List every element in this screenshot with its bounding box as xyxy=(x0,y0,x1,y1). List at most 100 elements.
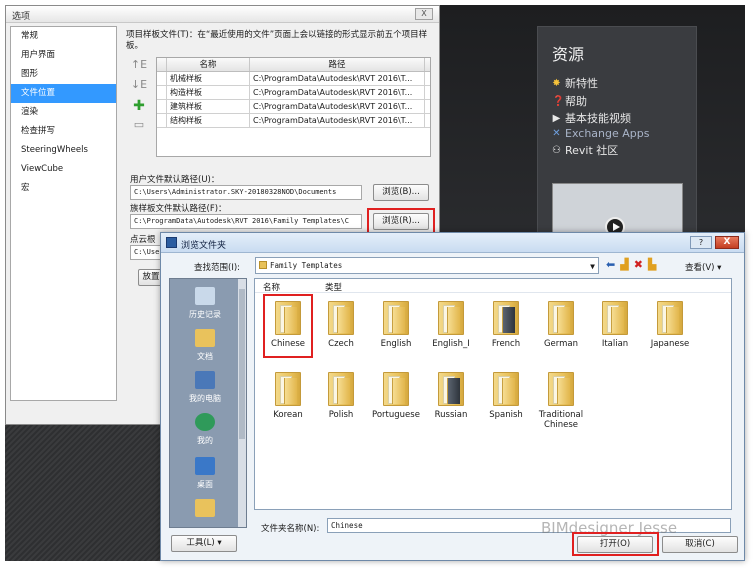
folder-icon xyxy=(383,372,409,406)
folder-item[interactable]: Polish xyxy=(312,372,370,420)
nav-item-file-locations[interactable]: 文件位置 xyxy=(11,84,116,103)
folder-label: French xyxy=(491,339,521,349)
family-path-input[interactable]: C:\ProgramData\Autodesk\RVT 2016\Family … xyxy=(130,214,362,229)
drawing-area-background xyxy=(5,425,165,561)
cancel-button[interactable]: 取消(C) xyxy=(662,536,738,553)
nav-item-general[interactable]: 常规 xyxy=(11,27,116,46)
delete-icon[interactable]: ✖ xyxy=(634,258,643,272)
folder-label: English_I xyxy=(432,339,470,349)
folder-item[interactable]: Russian xyxy=(422,372,480,420)
resource-item-community[interactable]: ⚇ Revit 社区 xyxy=(552,142,618,158)
video-thumbnail[interactable] xyxy=(552,183,683,237)
column-header-path[interactable]: 路径 xyxy=(250,58,425,71)
remove-icon[interactable]: ▭ xyxy=(130,118,148,138)
folder-item[interactable]: Traditional Chinese xyxy=(532,372,590,430)
family-path-label: 族样板文件默认路径(F)： xyxy=(130,204,227,214)
lightbulb-icon: ✸ xyxy=(552,77,561,89)
place-desktop[interactable]: 桌面 xyxy=(170,457,240,490)
folder-list-header: 名称 类型 xyxy=(255,279,731,293)
column-type[interactable]: 类型 xyxy=(325,281,342,293)
table-row[interactable]: 机械样板 C:\ProgramData\Autodesk\RVT 2016\T.… xyxy=(157,72,430,86)
folder-icon xyxy=(493,372,519,406)
back-icon[interactable]: ⬅ xyxy=(606,258,615,272)
scroll-thumb[interactable] xyxy=(239,289,245,439)
table-row[interactable]: 建筑样板 C:\ProgramData\Autodesk\RVT 2016\T.… xyxy=(157,100,430,114)
place-my-computer[interactable]: 我的电脑 xyxy=(170,371,240,404)
folder-icon xyxy=(657,301,683,335)
table-cell-path: C:\ProgramData\Autodesk\RVT 2016\T... xyxy=(250,100,425,113)
folder-label: Portuguese xyxy=(372,410,420,420)
table-row[interactable]: 构造样板 C:\ProgramData\Autodesk\RVT 2016\T.… xyxy=(157,86,430,100)
template-side-toolbar: ↑E ↓E ✚ ▭ xyxy=(130,58,148,138)
help-button[interactable]: ? xyxy=(690,236,712,249)
exchange-icon: ✕ xyxy=(552,128,561,139)
resource-item-help[interactable]: ❓ 帮助 xyxy=(552,93,587,109)
tools-button[interactable]: 工具(L) ▾ xyxy=(171,535,237,552)
place-documents[interactable]: 文档 xyxy=(170,329,240,362)
nav-item-rendering[interactable]: 渲染 xyxy=(11,103,116,122)
resource-label: Revit 社区 xyxy=(565,144,619,157)
folder-label: Russian xyxy=(434,410,468,420)
folder-label: Czech xyxy=(328,339,354,349)
places-scrollbar[interactable] xyxy=(238,279,246,527)
folder-label: Traditional Chinese xyxy=(538,410,584,430)
place-label: 历史记录 xyxy=(189,310,221,319)
resource-item-exchange[interactable]: ✕ Exchange Apps xyxy=(552,127,649,140)
folder-label: English xyxy=(380,339,412,349)
options-close-button[interactable]: X xyxy=(415,8,433,20)
column-name[interactable]: 名称 xyxy=(263,281,280,293)
place-label: 我的 xyxy=(197,436,213,445)
folder-list: 名称 类型 Chinese Czech English English_I Fr… xyxy=(254,278,732,510)
folder-icon xyxy=(438,301,464,335)
options-nav: 常规 用户界面 图形 文件位置 渲染 检查拼写 SteeringWheels V… xyxy=(10,26,117,401)
highlight-chinese-folder xyxy=(263,294,313,358)
table-cell-name: 构造样板 xyxy=(167,86,250,99)
resource-item-whats-new[interactable]: ✸ 新特性 xyxy=(552,75,598,91)
user-path-input[interactable]: C:\Users\Administrator.SKY-20180328NOD\D… xyxy=(130,185,362,200)
folder-item[interactable]: Korean xyxy=(259,372,317,420)
column-header-name[interactable]: 名称 xyxy=(167,58,250,71)
nav-item-macros[interactable]: 宏 xyxy=(11,179,116,198)
chevron-down-icon: ▾ xyxy=(217,538,222,548)
folder-item[interactable]: Italian xyxy=(586,301,644,349)
desktop-icon xyxy=(195,457,215,475)
place-history[interactable]: 历史记录 xyxy=(170,287,240,320)
table-row[interactable]: 结构样板 C:\ProgramData\Autodesk\RVT 2016\T.… xyxy=(157,114,430,128)
view-menu[interactable]: 查看(V) ▾ xyxy=(685,261,721,273)
chevron-down-icon[interactable]: ▼ xyxy=(590,259,595,274)
close-button[interactable]: X xyxy=(715,236,739,249)
folder-item[interactable]: French xyxy=(477,301,535,349)
place-favorites[interactable] xyxy=(170,499,240,521)
folder-item[interactable]: Portuguese xyxy=(367,372,425,420)
folder-item[interactable]: English_I xyxy=(422,301,480,349)
folder-item[interactable]: Czech xyxy=(312,301,370,349)
folder-item[interactable]: German xyxy=(532,301,590,349)
nav-item-viewcube[interactable]: ViewCube xyxy=(11,160,116,179)
place-network[interactable]: 我的 xyxy=(170,413,240,446)
highlight-browse-family xyxy=(367,208,435,234)
folder-icon xyxy=(548,301,574,335)
folder-item[interactable]: Japanese xyxy=(641,301,699,349)
move-up-icon[interactable]: ↑E xyxy=(130,58,148,78)
nav-item-steeringwheels[interactable]: SteeringWheels xyxy=(11,141,116,160)
resource-item-videos[interactable]: ▶ 基本技能视频 xyxy=(552,110,631,126)
folder-icon xyxy=(438,372,464,406)
up-folder-icon[interactable]: ▟ xyxy=(620,258,628,272)
resources-title: 资源 xyxy=(552,45,585,64)
nav-item-graphics[interactable]: 图形 xyxy=(11,65,116,84)
new-folder-icon[interactable]: ▙ xyxy=(648,258,656,272)
add-icon[interactable]: ✚ xyxy=(130,98,148,118)
nav-item-ui[interactable]: 用户界面 xyxy=(11,46,116,65)
resource-label: Exchange Apps xyxy=(565,127,650,140)
folder-item[interactable]: Spanish xyxy=(477,372,535,420)
browse-user-path-button[interactable]: 浏览(B)... xyxy=(373,184,429,201)
move-down-icon[interactable]: ↓E xyxy=(130,78,148,98)
user-path-label: 用户文件默认路径(U)： xyxy=(130,175,220,185)
folder-item[interactable]: English xyxy=(367,301,425,349)
folder-label: Japanese xyxy=(650,339,690,349)
nav-item-spelling[interactable]: 检查拼写 xyxy=(11,122,116,141)
row-marker xyxy=(157,114,167,127)
computer-icon xyxy=(195,371,215,389)
look-in-select[interactable]: Family Templates ▼ xyxy=(255,257,599,274)
folder-window-icon xyxy=(166,237,177,248)
